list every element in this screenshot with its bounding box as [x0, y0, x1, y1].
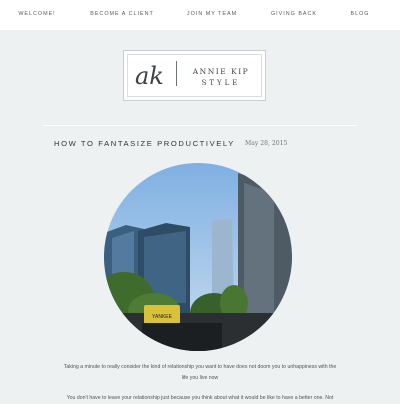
divider-line	[43, 125, 357, 126]
bus-sign-text: YANKEE	[152, 314, 173, 320]
nav-item-join-my-team[interactable]: JOIN MY TEAM	[187, 11, 237, 17]
top-navigation: WELCOME! BECOME A CLIENT JOIN MY TEAM GI…	[0, 0, 400, 30]
logo-name: ANNIE KIP	[192, 67, 250, 76]
logo-divider	[176, 61, 177, 86]
nav-item-giving-back[interactable]: GIVING BACK	[271, 11, 317, 17]
logo-monogram-text: ak	[135, 62, 164, 90]
nav-item-blog[interactable]: BLOG	[351, 11, 370, 17]
nav-item-welcome[interactable]: WELCOME!	[18, 11, 55, 17]
post-paragraph-2-line-1: You don't have to leave your relationshi…	[66, 395, 334, 401]
logo-subtitle: STYLE	[201, 79, 241, 87]
post-paragraph-1-line-2: life you live now	[181, 375, 219, 381]
nav-item-become-a-client[interactable]: BECOME A CLIENT	[90, 11, 154, 17]
logo-monogram: ak	[135, 62, 164, 90]
post-image: YANKEE	[104, 163, 292, 351]
site-logo[interactable]: ak ANNIE KIP STYLE	[123, 50, 266, 101]
post-title[interactable]: HOW TO FANTASIZE PRODUCTIVELY	[54, 139, 235, 148]
post-date: May 28, 2015	[245, 140, 288, 147]
